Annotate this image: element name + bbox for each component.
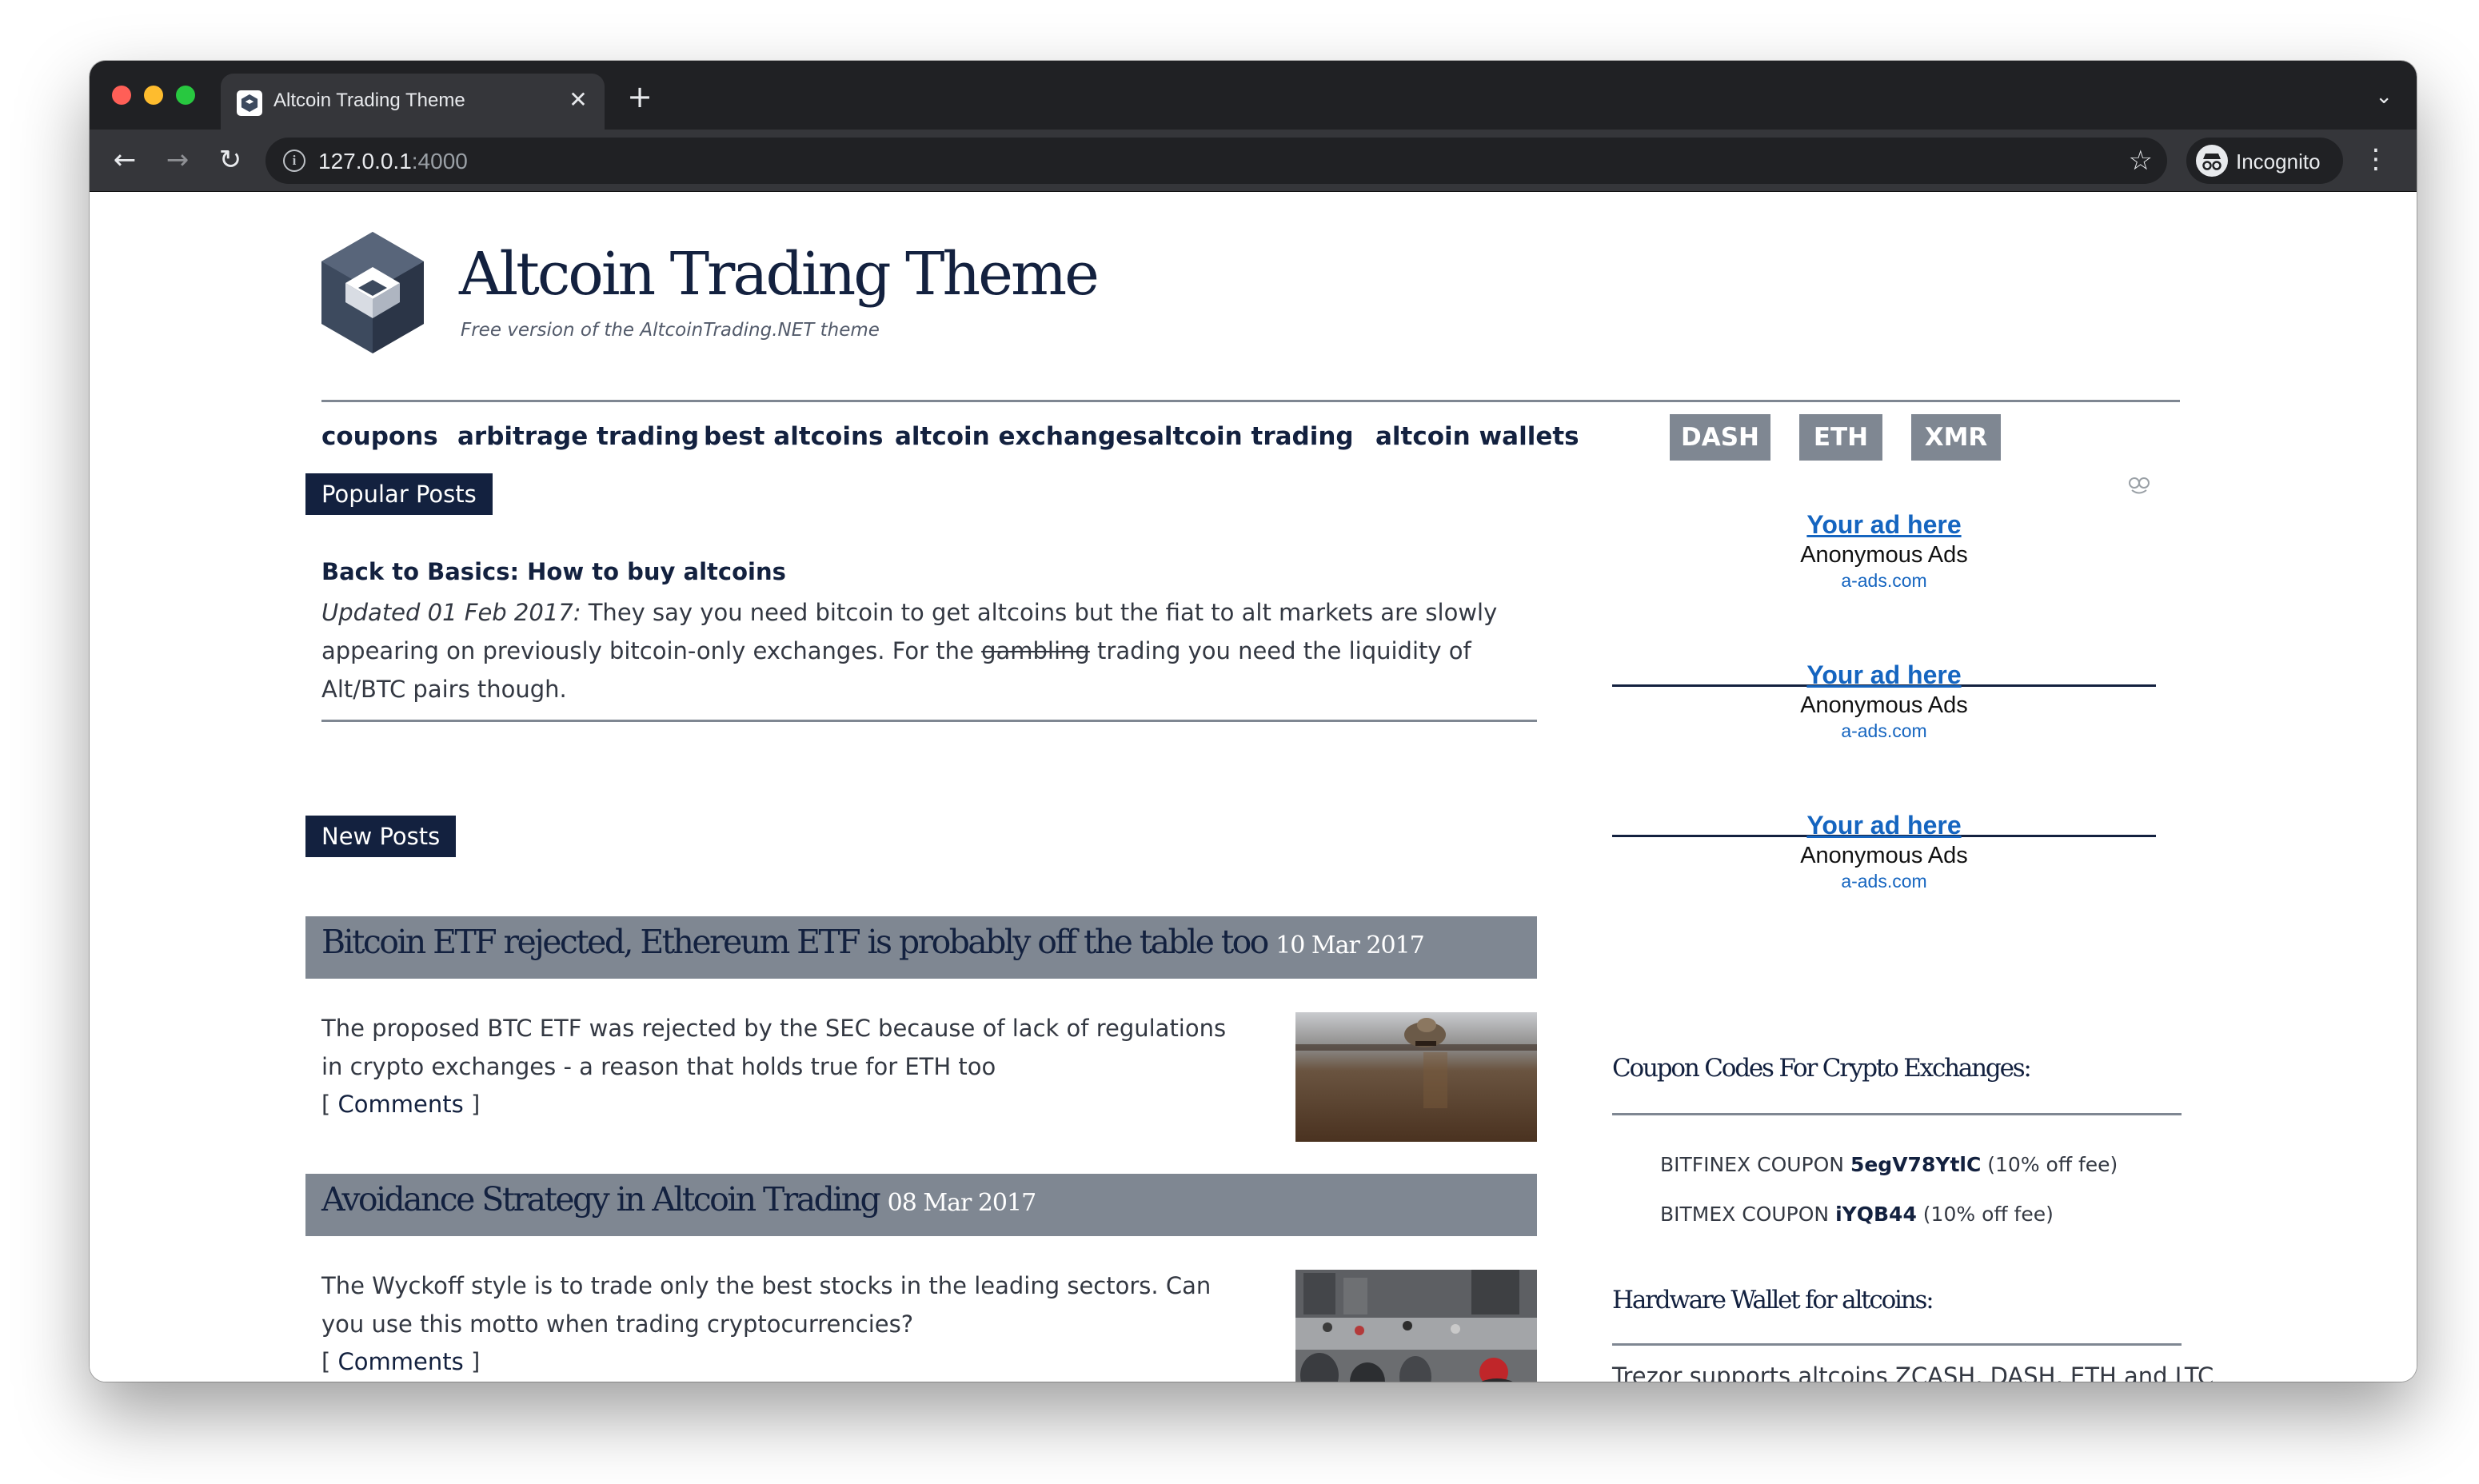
ad-link-3[interactable]: Your ad here [1612, 809, 2156, 841]
url-port: :4000 [411, 149, 468, 174]
forward-arrow-icon[interactable]: → [158, 141, 197, 179]
post-excerpt-2: The Wyckoff style is to trade only the b… [321, 1272, 1212, 1338]
post-title-1[interactable]: Bitcoin ETF rejected, Ethereum ETF is pr… [321, 923, 1425, 961]
incognito-profile-button[interactable]: Incognito [2186, 138, 2343, 184]
minimize-window-button[interactable] [144, 86, 163, 105]
popular-posts-divider [321, 720, 1537, 722]
url-host: 127.0.0.1 [318, 149, 412, 174]
coupon-item-2: BITMEX COUPON iYQB44 (10% off fee) [1660, 1203, 2054, 1226]
url-text[interactable]: 127.0.0.1:4000 [318, 149, 468, 174]
nav-pill-dash[interactable]: DASH [1670, 414, 1770, 461]
nav-pill-eth[interactable]: ETH [1799, 414, 1882, 461]
comments-open-bracket-1: [ [321, 1091, 338, 1118]
post-comments-2: [ Comments ] [321, 1348, 480, 1375]
post-header-2: Avoidance Strategy in Altcoin Trading 08… [305, 1174, 1537, 1236]
tab-search-chevron-icon[interactable]: ⌄ [2375, 85, 2393, 109]
browser-menu-icon[interactable]: ⋮ [2362, 139, 2389, 179]
close-tab-icon[interactable]: ✕ [565, 86, 592, 114]
post-thumbnail-2[interactable] [1295, 1270, 1537, 1382]
page-viewport: Altcoin Trading Theme Free version of th… [90, 192, 2417, 1382]
nav-link-altcoin-wallets[interactable]: altcoin wallets [1375, 422, 1579, 451]
browser-tab[interactable]: Altcoin Trading Theme ✕ [221, 74, 605, 130]
ad-sub-2: Anonymous Ads [1800, 692, 1968, 718]
header-divider [321, 400, 2180, 402]
post-comments-1: [ Comments ] [321, 1091, 480, 1118]
new-posts-label: New Posts [305, 816, 457, 857]
hardware-widget-divider [1612, 1343, 2182, 1346]
site-title[interactable]: Altcoin Trading Theme [459, 240, 1100, 309]
coupon-widget-title: Coupon Codes For Crypto Exchanges: [1612, 1054, 2032, 1083]
popular-post-excerpt: Updated 01 Feb 2017: They say you need b… [321, 593, 1553, 708]
post-title-text-1[interactable]: Bitcoin ETF rejected, Ethereum ETF is pr… [321, 923, 1269, 961]
new-tab-button[interactable]: + [624, 82, 656, 112]
coupon-suffix-2: (10% off fee) [1916, 1203, 2054, 1226]
comments-open-bracket-2: [ [321, 1348, 338, 1375]
post-title-text-2[interactable]: Avoidance Strategy in Altcoin Trading [321, 1180, 881, 1219]
address-bar[interactable]: i 127.0.0.1:4000 ☆ [265, 138, 2167, 184]
post-title-2[interactable]: Avoidance Strategy in Altcoin Trading 08… [321, 1180, 1036, 1219]
coupon-prefix-2: BITMEX COUPON [1660, 1203, 1836, 1226]
post-date-1: 10 Mar 2017 [1275, 931, 1425, 959]
coupon-suffix-1: (10% off fee) [1981, 1153, 2118, 1176]
ad-link-2[interactable]: Your ad here [1612, 659, 2156, 691]
nav-link-coupons[interactable]: coupons [321, 422, 438, 451]
nav-pill-xmr[interactable]: XMR [1911, 414, 2001, 461]
back-arrow-icon[interactable]: ← [106, 141, 144, 179]
nav-link-altcoin-trading[interactable]: altcoin trading [1148, 422, 1354, 451]
coupon-code-1[interactable]: 5egV78YtlC [1850, 1153, 1981, 1176]
bookmark-star-icon[interactable]: ☆ [2129, 145, 2153, 177]
site-info-icon[interactable]: i [283, 150, 305, 172]
zoom-window-button[interactable] [176, 86, 195, 105]
post-thumbnail-1[interactable] [1295, 1012, 1537, 1142]
ad-domain-3[interactable]: a-ads.com [1612, 870, 2156, 892]
coupon-widget-divider [1612, 1113, 2182, 1115]
comments-link-2[interactable]: Comments [338, 1348, 464, 1375]
browser-toolbar: ← → ↻ i 127.0.0.1:4000 ☆ Incognito ⋮ [90, 130, 2417, 192]
reload-icon[interactable]: ↻ [211, 141, 249, 179]
popular-posts-label: Popular Posts [305, 473, 493, 515]
site-favicon-icon [237, 90, 262, 116]
tab-title: Altcoin Trading Theme [273, 90, 465, 111]
comments-close-bracket-1: ] [463, 1091, 481, 1118]
ad-sub-3: Anonymous Ads [1800, 843, 1968, 868]
coupon-code-2[interactable]: iYQB44 [1835, 1203, 1917, 1226]
post-date-2: 08 Mar 2017 [887, 1189, 1037, 1217]
site-logo-icon[interactable] [320, 230, 425, 358]
post-excerpt-1: The proposed BTC ETF was rejected by the… [321, 1015, 1227, 1080]
incognito-icon [2196, 145, 2228, 177]
ad-domain-2[interactable]: a-ads.com [1612, 720, 2156, 742]
ad-unit-1: Your ad here Anonymous Ads a-ads.com [1612, 509, 2156, 592]
coupon-prefix-1: BITFINEX COUPON [1660, 1153, 1850, 1176]
ad-domain-1[interactable]: a-ads.com [1612, 569, 2156, 592]
popular-post-struck-word: gambling [981, 637, 1090, 664]
ad-link-1[interactable]: Your ad here [1612, 509, 2156, 541]
nav-link-best-altcoins[interactable]: best altcoins [704, 422, 883, 451]
hardware-widget-text: Trezor supports altcoins ZCASH, DASH, ET… [1612, 1362, 2214, 1382]
popular-post-title[interactable]: Back to Basics: How to buy altcoins [321, 558, 786, 585]
close-window-button[interactable] [112, 86, 131, 105]
nav-link-altcoin-exchanges[interactable]: altcoin exchanges [895, 422, 1148, 451]
ad-unit-2: Your ad here Anonymous Ads a-ads.com [1612, 659, 2156, 742]
hardware-widget-title: Hardware Wallet for altcoins: [1612, 1286, 1934, 1314]
nav-link-arbitrage-trading[interactable]: arbitrage trading [457, 422, 699, 451]
popular-post-updated: Updated 01 Feb 2017: [321, 599, 581, 626]
tab-strip: Altcoin Trading Theme ✕ + ⌄ [90, 61, 2417, 130]
browser-window: Altcoin Trading Theme ✕ + ⌄ ← → ↻ i 127.… [90, 61, 2417, 1382]
ad-sub-1: Anonymous Ads [1800, 542, 1968, 568]
coupon-item-1: BITFINEX COUPON 5egV78YtlC (10% off fee) [1660, 1153, 2118, 1176]
post-header-1: Bitcoin ETF rejected, Ethereum ETF is pr… [305, 916, 1537, 979]
incognito-label: Incognito [2236, 150, 2321, 174]
comments-link-1[interactable]: Comments [338, 1091, 464, 1118]
site-tagline: Free version of the AltcoinTrading.NET t… [461, 320, 880, 341]
ad-unit-3: Your ad here Anonymous Ads a-ads.com [1612, 809, 2156, 892]
ad-choices-icon[interactable] [2127, 477, 2151, 496]
comments-close-bracket-2: ] [463, 1348, 481, 1375]
